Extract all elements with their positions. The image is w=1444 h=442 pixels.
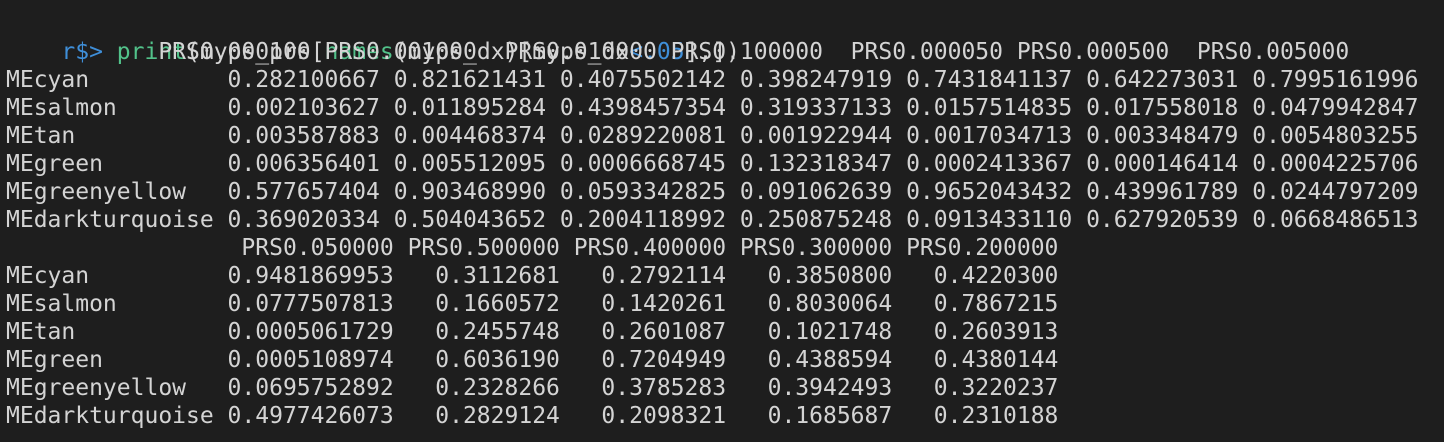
output-row: MEcyan 0.9481869953 0.3112681 0.2792114 … [6, 263, 1059, 289]
output-row: MEgreen 0.006356401 0.005512095 0.000666… [6, 151, 1419, 177]
output-row: MEgreenyellow 0.577657404 0.903468990 0.… [6, 179, 1419, 205]
output-header-1: PRS0.000100 PRS0.001000 PRS0.010000 PRS0… [6, 39, 1350, 65]
output-row: MEdarkturquoise 0.4977426073 0.2829124 0… [6, 403, 1059, 429]
output-row: MEgreenyellow 0.0695752892 0.2328266 0.3… [6, 375, 1059, 401]
output-row: MEgreen 0.0005108974 0.6036190 0.7204949… [6, 347, 1059, 373]
output-row: MEdarkturquoise 0.369020334 0.504043652 … [6, 207, 1419, 233]
terminal-window[interactable]: r$> print(myps_prs[names(myps_dx)[myps_d… [0, 0, 1444, 442]
output-row: MEsalmon 0.0777507813 0.1660572 0.142026… [6, 291, 1059, 317]
output-row: MEtan 0.0005061729 0.2455748 0.2601087 0… [6, 319, 1059, 345]
output-row: MEtan 0.003587883 0.004468374 0.02892200… [6, 123, 1419, 149]
output-row: MEcyan 0.282100667 0.821621431 0.4075502… [6, 67, 1419, 93]
output-row: MEsalmon 0.002103627 0.011895284 0.43984… [6, 95, 1419, 121]
command-line: r$> print(myps_prs[names(myps_dx)[myps_d… [61, 39, 740, 65]
output-header-2: PRS0.050000 PRS0.500000 PRS0.400000 PRS0… [6, 235, 1059, 261]
